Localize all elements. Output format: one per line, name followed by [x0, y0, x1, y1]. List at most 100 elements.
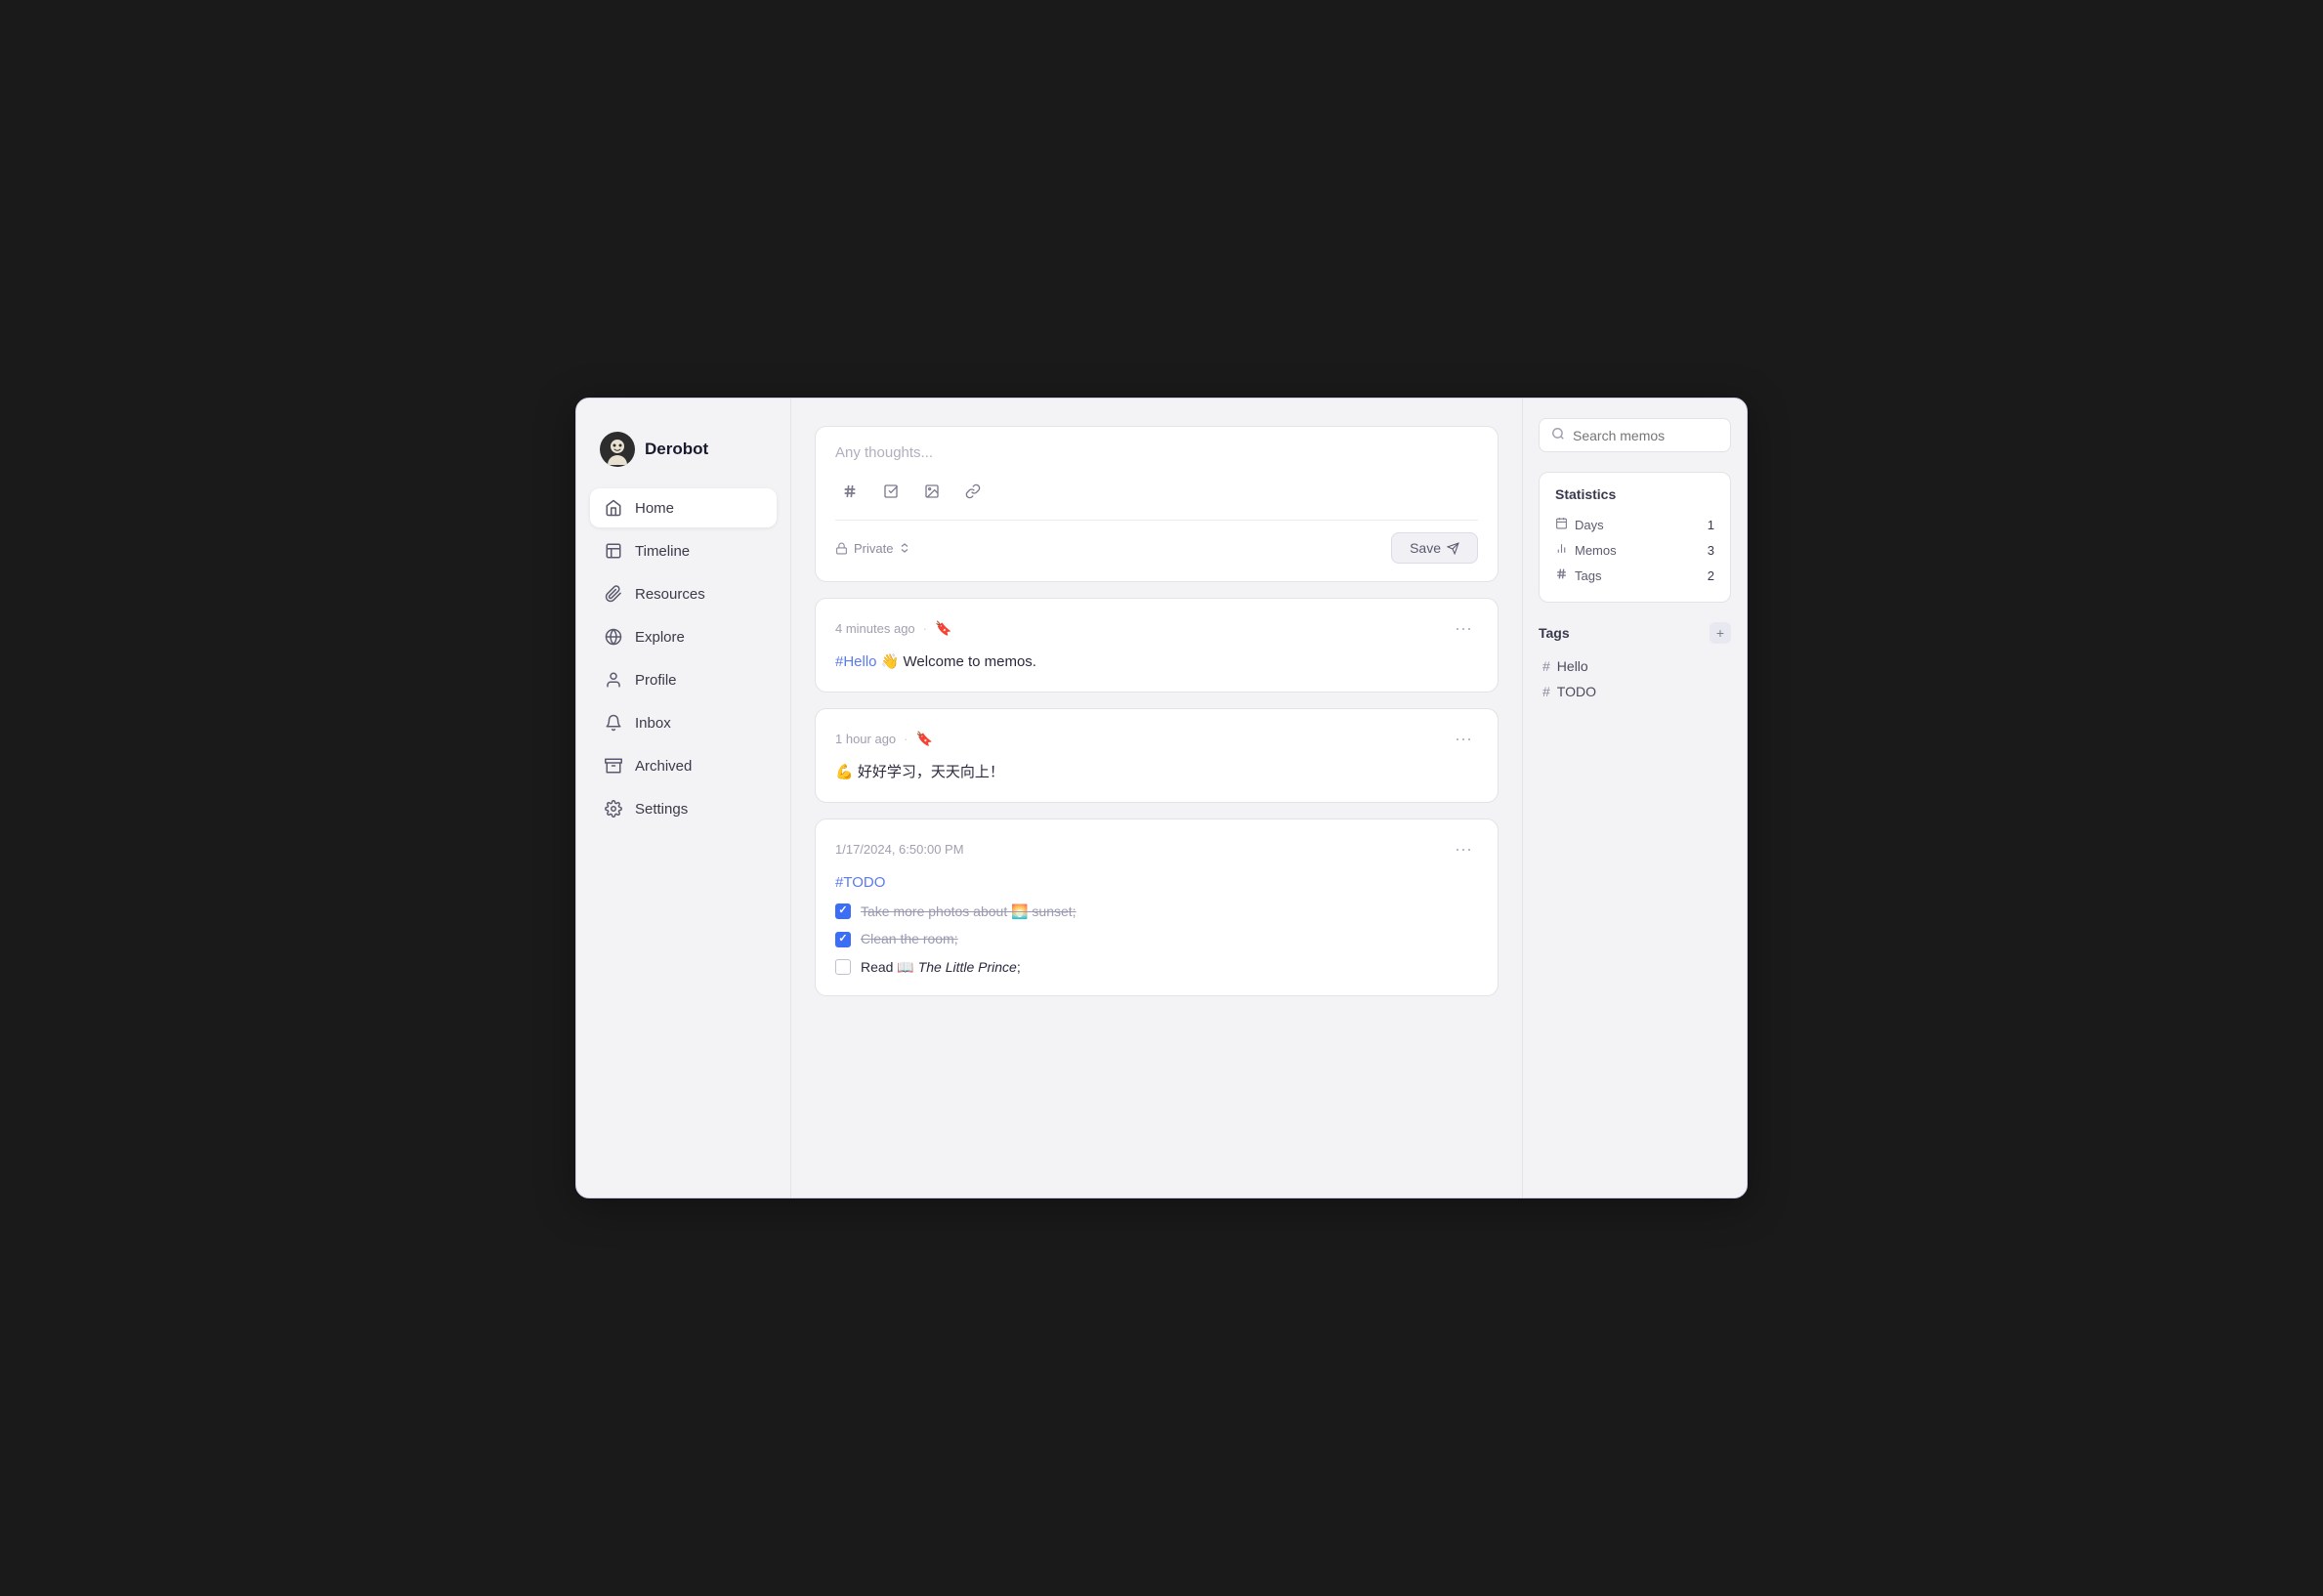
sidebar-title: Derobot: [645, 440, 708, 459]
sidebar-logo: Derobot: [590, 426, 777, 484]
statistics-title: Statistics: [1555, 486, 1714, 502]
search-icon: [1551, 427, 1565, 443]
search-input[interactable]: [1573, 428, 1718, 443]
memo-meta-1: 4 minutes ago · 🔖: [835, 620, 951, 637]
compose-link-button[interactable]: [958, 477, 988, 506]
compose-save-button[interactable]: Save: [1391, 532, 1478, 564]
tag-label-hello: Hello: [1557, 658, 1588, 674]
tag-item-hello[interactable]: # Hello: [1539, 653, 1731, 679]
sidebar-item-profile[interactable]: Profile: [590, 660, 777, 699]
compose-save-label: Save: [1410, 540, 1441, 556]
stat-label-tags: Tags: [1555, 567, 1601, 583]
memo-more-button-3[interactable]: ···: [1449, 837, 1478, 861]
compose-toolbar: [835, 477, 1478, 506]
memo-timestamp-1: 4 minutes ago: [835, 621, 915, 636]
tags-section: Tags + # Hello # TODO: [1539, 618, 1731, 708]
stat-days-label: Days: [1575, 518, 1604, 532]
todo-checkbox-1[interactable]: [835, 903, 851, 919]
memo-timestamp-3: 1/17/2024, 6:50:00 PM: [835, 842, 964, 857]
memo-bookmark-1[interactable]: 🔖: [935, 620, 951, 637]
statistics-section: Statistics Days 1: [1539, 472, 1731, 603]
tags-title: Tags: [1539, 625, 1570, 641]
compose-privacy-selector[interactable]: Private: [835, 541, 910, 556]
memo-bookmark-2[interactable]: 🔖: [916, 731, 933, 747]
memo-content-3: #TODO Take more photos about 🌅 sunset; C…: [835, 871, 1478, 978]
memo-header-2: 1 hour ago · 🔖 ···: [835, 727, 1478, 751]
sidebar-item-explore[interactable]: Explore: [590, 617, 777, 656]
memo-card-2: 1 hour ago · 🔖 ··· 💪 好好学习，天天向上！: [815, 708, 1499, 803]
memo-card-3: 1/17/2024, 6:50:00 PM ··· #TODO Take mor…: [815, 819, 1499, 996]
tag-hash-hello: #: [1542, 658, 1550, 674]
tags-add-button[interactable]: +: [1710, 622, 1731, 644]
memo-timestamp-2: 1 hour ago: [835, 732, 896, 746]
sidebar-item-home[interactable]: Home: [590, 488, 777, 527]
todo-text-2: Clean the room;: [861, 928, 958, 949]
stat-days-value: 1: [1708, 518, 1714, 532]
todo-checkbox-2[interactable]: [835, 932, 851, 947]
compose-footer: Private Save: [835, 520, 1478, 564]
sidebar-item-resources[interactable]: Resources: [590, 574, 777, 613]
home-icon: [604, 498, 623, 518]
stat-memos-label: Memos: [1575, 543, 1617, 558]
todo-checkbox-3[interactable]: [835, 959, 851, 975]
timeline-icon: [604, 541, 623, 561]
todo-text-3: Read 📖 The Little Prince;: [861, 956, 1021, 978]
sidebar-item-inbox-label: Inbox: [635, 715, 671, 732]
stat-label-days: Days: [1555, 517, 1604, 532]
memo-more-button-1[interactable]: ···: [1449, 616, 1478, 641]
tag-label-todo: TODO: [1557, 684, 1596, 699]
stat-row-memos: Memos 3: [1555, 537, 1714, 563]
memo-tag-hello[interactable]: #Hello: [835, 653, 877, 670]
memo-tag-todo[interactable]: #TODO: [835, 874, 885, 891]
sidebar-item-archived[interactable]: Archived: [590, 746, 777, 785]
sidebar-item-timeline[interactable]: Timeline: [590, 531, 777, 570]
tags-header: Tags +: [1539, 622, 1731, 644]
sidebar-item-settings-label: Settings: [635, 801, 688, 818]
inbox-icon: [604, 713, 623, 733]
main-content: Any thoughts...: [791, 399, 1522, 1197]
compose-image-button[interactable]: [917, 477, 947, 506]
memo-content-2: 💪 好好学习，天天向上！: [835, 761, 1478, 784]
memos-chart-icon: [1555, 542, 1568, 558]
tags-hash-icon: [1555, 567, 1568, 583]
stat-label-memos: Memos: [1555, 542, 1617, 558]
tag-hash-todo: #: [1542, 684, 1550, 699]
memo-meta-3: 1/17/2024, 6:50:00 PM: [835, 842, 964, 857]
todo-item-1: Take more photos about 🌅 sunset;: [835, 901, 1478, 922]
sidebar: Derobot Home Timeline: [576, 399, 791, 1197]
sidebar-item-home-label: Home: [635, 500, 674, 517]
compose-placeholder[interactable]: Any thoughts...: [835, 444, 1478, 461]
archived-icon: [604, 756, 623, 776]
profile-icon: [604, 670, 623, 690]
explore-icon: [604, 627, 623, 647]
compose-privacy-label: Private: [854, 541, 893, 556]
stat-tags-value: 2: [1708, 568, 1714, 583]
stat-row-days: Days 1: [1555, 512, 1714, 537]
compose-todo-button[interactable]: [876, 477, 906, 506]
memo-meta-2: 1 hour ago · 🔖: [835, 731, 933, 747]
compose-box: Any thoughts...: [815, 426, 1499, 582]
sidebar-item-timeline-label: Timeline: [635, 543, 690, 560]
stat-tags-label: Tags: [1575, 568, 1601, 583]
memo-card-1: 4 minutes ago · 🔖 ··· #Hello 👋 Welcome t…: [815, 598, 1499, 693]
todo-text-1: Take more photos about 🌅 sunset;: [861, 901, 1077, 922]
stat-memos-value: 3: [1708, 543, 1714, 558]
compose-hash-button[interactable]: [835, 477, 865, 506]
memo-header-3: 1/17/2024, 6:50:00 PM ···: [835, 837, 1478, 861]
sidebar-item-settings[interactable]: Settings: [590, 789, 777, 828]
todo-item-3: Read 📖 The Little Prince;: [835, 956, 1478, 978]
sidebar-item-inbox[interactable]: Inbox: [590, 703, 777, 742]
search-box[interactable]: [1539, 418, 1731, 452]
right-sidebar: Statistics Days 1: [1522, 399, 1747, 1197]
memo-more-button-2[interactable]: ···: [1449, 727, 1478, 751]
settings-icon: [604, 799, 623, 819]
sidebar-item-profile-label: Profile: [635, 672, 677, 689]
resources-icon: [604, 584, 623, 604]
sidebar-item-archived-label: Archived: [635, 758, 692, 775]
stat-row-tags: Tags 2: [1555, 563, 1714, 588]
memo-header-1: 4 minutes ago · 🔖 ···: [835, 616, 1478, 641]
memo-content-1: #Hello 👋 Welcome to memos.: [835, 651, 1478, 674]
tag-item-todo[interactable]: # TODO: [1539, 679, 1731, 704]
sidebar-item-resources-label: Resources: [635, 586, 705, 603]
app-window: Derobot Home Timeline: [575, 398, 1748, 1198]
